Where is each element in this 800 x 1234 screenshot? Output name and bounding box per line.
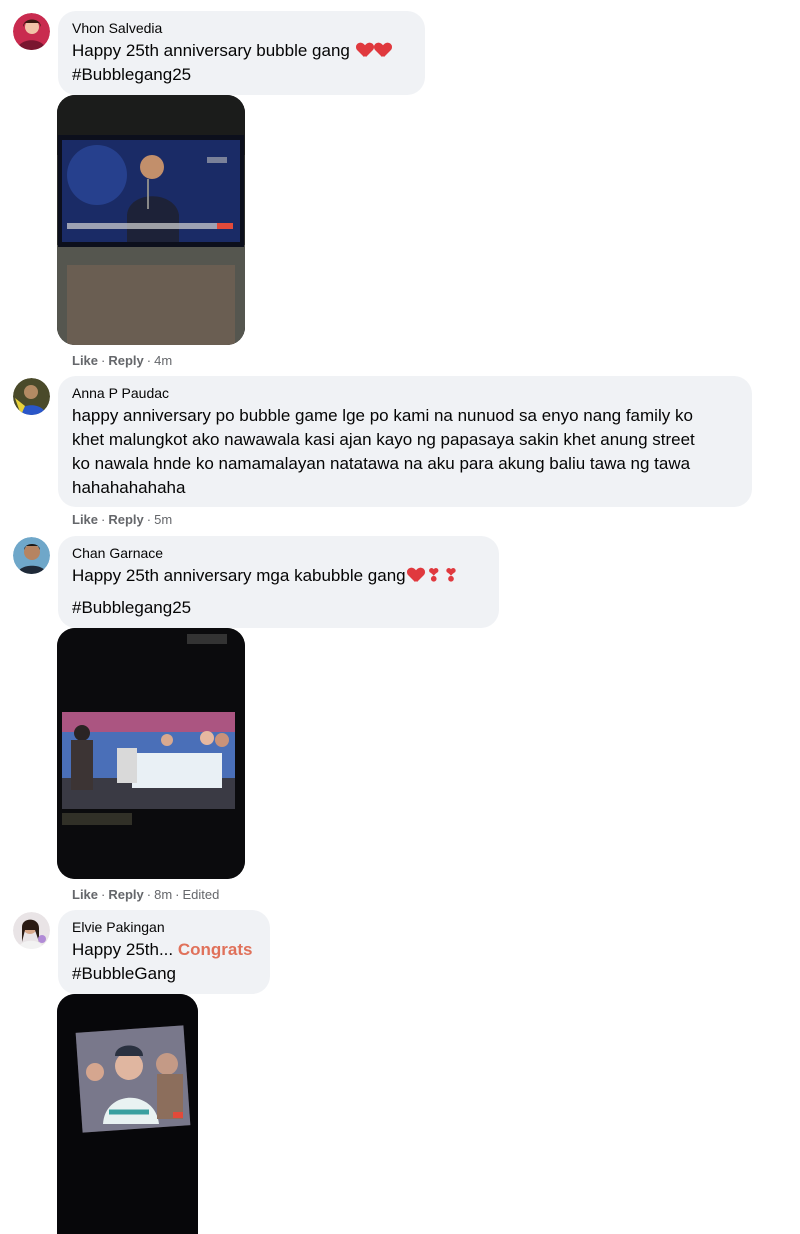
comment-bubble: Vhon Salvedia Happy 25th anniversary bub…: [58, 11, 425, 95]
avatar[interactable]: [13, 378, 50, 415]
reply-button[interactable]: Reply: [108, 887, 143, 902]
comment-photo[interactable]: [57, 628, 245, 879]
comment-author[interactable]: Anna P Paudac: [72, 384, 738, 402]
comment-actions: Like · Reply · 5m: [72, 512, 173, 527]
comment-actions: Like · Reply · 8m · Edited: [72, 887, 220, 902]
comment-text: Happy 25th... Congrats: [72, 940, 253, 959]
congrats-text: Congrats: [177, 940, 253, 959]
comment-photo[interactable]: [57, 95, 245, 345]
comment-time[interactable]: 4m: [154, 353, 172, 368]
reply-button[interactable]: Reply: [108, 353, 143, 368]
comment-text-line: hahahahahaha: [72, 478, 186, 497]
heart-exclamation-icon: ❣: [443, 566, 459, 585]
reply-button[interactable]: Reply: [108, 512, 143, 527]
hashtag-link[interactable]: #Bubblegang25: [72, 63, 411, 87]
avatar[interactable]: [13, 912, 50, 949]
comment-text-line: ko nawala hnde ko namamalayan natatawa n…: [72, 454, 691, 473]
comment-time[interactable]: 5m: [154, 512, 172, 527]
heart-icon: [375, 43, 391, 58]
hashtag-link[interactable]: #BubbleGang: [72, 962, 256, 986]
heart-icon: [408, 568, 424, 583]
comment-actions: Like · Reply · 4m: [72, 353, 173, 368]
comment-photo[interactable]: [57, 994, 198, 1234]
like-button[interactable]: Like: [72, 512, 98, 527]
comment-bubble: Elvie Pakingan Happy 25th... Congrats #B…: [58, 910, 270, 994]
comment-text-line: khet malungkot ako nawawala kasi ajan ka…: [72, 430, 695, 449]
avatar[interactable]: [13, 537, 50, 574]
comment-text: Happy 25th anniversary mga kabubble gang…: [72, 564, 485, 588]
comment-author[interactable]: Elvie Pakingan: [72, 918, 256, 936]
comment-text: Happy 25th anniversary bubble gang: [72, 39, 411, 63]
heart-exclamation-icon: ❣: [426, 566, 441, 585]
edited-label: Edited: [182, 887, 220, 902]
heart-icon: [357, 43, 373, 58]
comment-time[interactable]: 8m: [154, 887, 172, 902]
like-button[interactable]: Like: [72, 353, 98, 368]
comment-bubble: Chan Garnace Happy 25th anniversary mga …: [58, 536, 499, 628]
comment-author[interactable]: Chan Garnace: [72, 544, 485, 562]
hashtag-link[interactable]: #Bubblegang25: [72, 596, 485, 620]
comment-bubble: Anna P Paudac happy anniversary po bubbl…: [58, 376, 752, 507]
avatar[interactable]: [13, 13, 50, 50]
comment-author[interactable]: Vhon Salvedia: [72, 19, 411, 37]
comment-text-line: happy anniversary po bubble game lge po …: [72, 406, 693, 425]
like-button[interactable]: Like: [72, 887, 98, 902]
